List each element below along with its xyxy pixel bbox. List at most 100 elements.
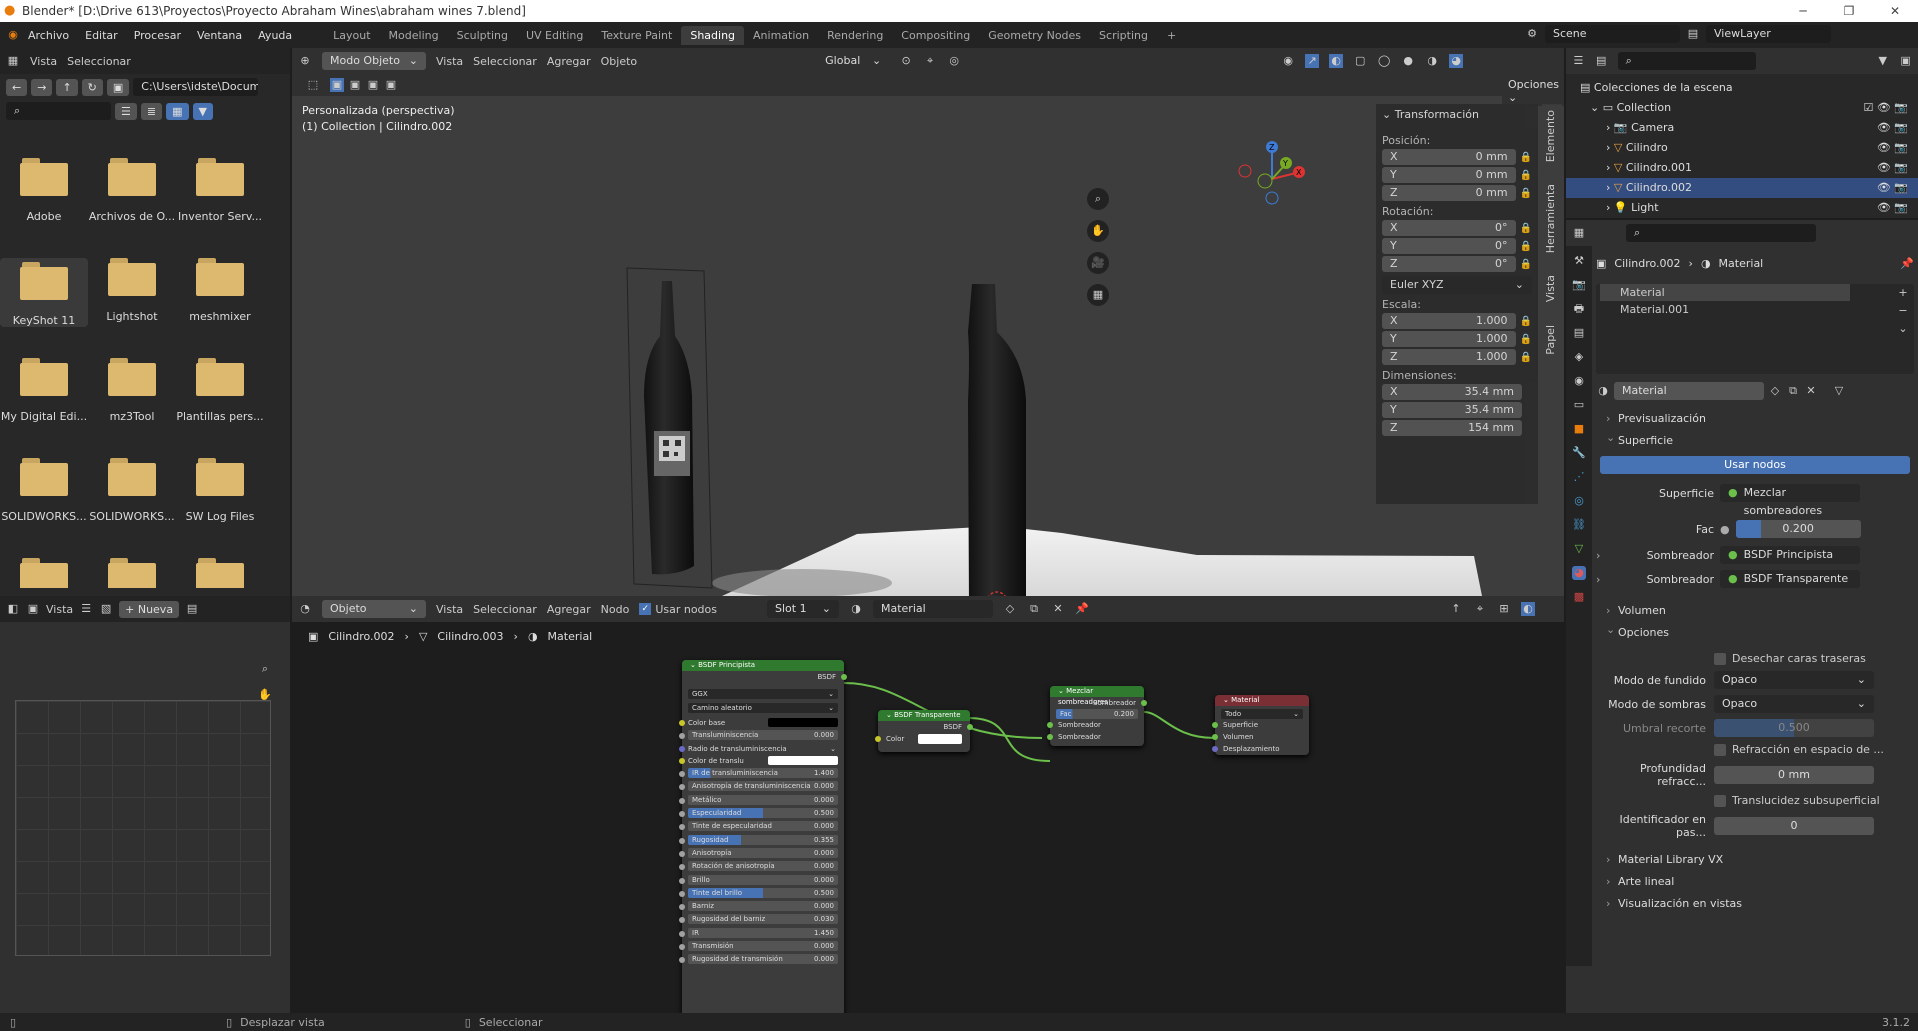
scene-collection-row[interactable]: ▤ Colecciones de la escena (1566, 78, 1918, 98)
workspace-tab-6[interactable]: Animation (744, 26, 818, 45)
expand-icon[interactable]: › (1606, 181, 1614, 194)
lock-icon[interactable]: 🔒 (1520, 259, 1532, 270)
list-view-icon[interactable]: ☰ (115, 102, 137, 120)
color-swatch[interactable] (768, 755, 838, 765)
workspace-tab-0[interactable]: Layout (324, 26, 379, 45)
material-shading-icon[interactable]: ◑ (1425, 54, 1439, 68)
outliner-type-icon[interactable]: ☰ (1572, 54, 1585, 68)
display-mode-icon[interactable]: ▤ (1595, 54, 1608, 68)
section-viewport-display[interactable]: Visualización en vistas (1596, 893, 1914, 915)
rendered-shading-icon[interactable]: ◕ (1449, 54, 1464, 68)
pin-icon[interactable]: 📌 (1900, 257, 1914, 270)
lock-icon[interactable]: 🔒 (1520, 170, 1532, 181)
world-tab-icon[interactable]: ◉ (1572, 374, 1586, 388)
folder-item[interactable]: KeyShot 11 (0, 258, 88, 327)
shadow-mode-select[interactable]: Opaco ⌄ (1714, 695, 1874, 713)
lock-icon[interactable]: 🔒 (1520, 352, 1532, 363)
visibility-icon[interactable]: ◉ (1281, 54, 1295, 68)
input-socket[interactable] (679, 904, 685, 911)
visibility-icon[interactable]: 👁 📷 (1877, 178, 1908, 198)
outliner-item[interactable]: › 💡 Light 👁 📷 (1566, 198, 1918, 218)
constraints-tab-icon[interactable]: ⛓ (1572, 518, 1586, 532)
outliner-filter-icon[interactable]: ▼ (1876, 54, 1889, 68)
ortho-grid-icon[interactable]: ▦ (1087, 284, 1109, 306)
blend-mode-select[interactable]: Opaco ⌄ (1714, 671, 1874, 689)
menu-item-2[interactable]: Procesar (126, 29, 189, 42)
camera-view-icon[interactable]: 🎥 (1087, 252, 1109, 274)
input-socket[interactable] (679, 720, 685, 726)
outliner-item[interactable]: › 📷 Camera 👁 📷 (1566, 118, 1918, 138)
unlink-icon[interactable]: ✕ (1804, 384, 1818, 398)
position-field-z[interactable]: Z0 mm (1382, 185, 1516, 201)
scale-field-x[interactable]: X 1.000 (1382, 313, 1516, 329)
workspace-tab-2[interactable]: Sculpting (448, 26, 517, 45)
input-socket[interactable] (679, 811, 685, 818)
select-subtract-icon[interactable]: ▣ (366, 78, 380, 92)
section-lineart[interactable]: Arte lineal (1596, 871, 1914, 893)
rotation-mode-select[interactable]: Euler XYZ ⌄ (1382, 276, 1532, 294)
pan-hand-icon[interactable]: ✋ (1087, 220, 1109, 242)
material-datablock-field[interactable]: Material (1614, 382, 1764, 400)
wireframe-shading-icon[interactable]: ◯ (1377, 54, 1391, 68)
principled-input-row[interactable]: Tinte de especularidad 0.000 (679, 821, 844, 833)
proportional-icon[interactable]: ◎ (947, 54, 961, 68)
dimensions-field-z[interactable]: Z 154 mm (1382, 420, 1522, 436)
lock-icon[interactable]: 🔒 (1520, 188, 1532, 199)
properties-type-icon[interactable]: ▦ (1572, 226, 1586, 240)
ie-view-menu[interactable]: Vista (46, 603, 73, 616)
clip-threshold-slider[interactable]: 0.500 (1714, 719, 1874, 737)
rotation-field-z[interactable]: Z 0° (1382, 256, 1516, 272)
snap-icon[interactable]: ⌖ (923, 54, 937, 68)
view-layer-tab-icon[interactable]: ▤ (1572, 326, 1586, 340)
modifier-tab-icon[interactable]: 🔧 (1572, 446, 1586, 460)
sidebar-tab-1[interactable]: Herramienta (1542, 178, 1562, 259)
section-volume[interactable]: Volumen (1596, 600, 1914, 622)
lock-icon[interactable]: 🔒 (1520, 223, 1532, 234)
principled-input-row[interactable]: Color base (679, 717, 844, 729)
section-options[interactable]: Opciones (1596, 619, 1914, 644)
workspace-tab-7[interactable]: Rendering (818, 26, 892, 45)
physics-tab-icon[interactable]: ◎ (1572, 494, 1586, 508)
refresh-icon[interactable]: ↻ (81, 78, 103, 96)
section-material-library[interactable]: Material Library VX (1596, 849, 1914, 871)
menu-item-0[interactable]: Archivo (20, 29, 77, 42)
node-transparent-bsdf[interactable]: ⌄ BSDF Transparente BSDF Color (875, 710, 973, 752)
principled-input-row[interactable]: Rugosidad 0.355 (679, 834, 844, 847)
input-socket[interactable] (679, 957, 685, 964)
refraction-checkbox[interactable]: Refracción en espacio de ... (1714, 743, 1914, 756)
orientation-select[interactable]: Global ⌄ (817, 52, 890, 70)
particles-tab-icon[interactable]: ⋰ (1572, 470, 1586, 484)
overlay-toggle-icon[interactable]: ◐ (1329, 54, 1344, 68)
new-folder-icon[interactable]: ▣ (106, 78, 130, 96)
use-nodes-button[interactable]: Usar nodos (1600, 456, 1910, 474)
workspace-tab-4[interactable]: Texture Paint (592, 26, 681, 45)
data-tab-icon[interactable]: ▽ (1572, 542, 1586, 556)
xray-icon[interactable]: ▢ (1353, 54, 1367, 68)
back-icon[interactable]: ← (6, 78, 28, 96)
folder-item[interactable]: SOLIDWORKS... (0, 458, 88, 523)
image-browse-icon[interactable]: ▧ (99, 602, 113, 616)
principled-input-row[interactable]: IR de transluminiscencia 1.400 (679, 768, 844, 780)
viewlayer-icon[interactable]: ▤ (1686, 27, 1700, 41)
visibility-icon[interactable]: 👁 📷 (1877, 118, 1908, 138)
menu-item-1[interactable]: Editar (77, 29, 126, 42)
vp-menu-add[interactable]: Agregar (547, 55, 591, 68)
menu-item-4[interactable]: Ayuda (250, 29, 300, 42)
forward-icon[interactable]: → (31, 78, 53, 96)
viewlayer-field[interactable]: ViewLayer (1706, 25, 1831, 43)
folder-item[interactable] (176, 558, 264, 588)
shader1-field[interactable]: ● BSDF Principista (1720, 546, 1860, 564)
principled-input-row[interactable]: Rotación de anisotropía 0.000 (679, 861, 844, 873)
viewport-scene[interactable]: Z X Y (292, 96, 1562, 596)
select-invert-icon[interactable]: ▣ (384, 78, 398, 92)
vp-menu-select[interactable]: Seleccionar (473, 55, 537, 68)
scene-icon[interactable]: ⚙ (1525, 27, 1539, 41)
input-socket[interactable] (679, 930, 685, 937)
rotation-field-x[interactable]: X 0° (1382, 220, 1516, 236)
material-slot-1[interactable]: Material.001 (1600, 301, 1914, 318)
hamburger-icon[interactable]: ☰ (79, 602, 93, 616)
scale-field-y[interactable]: Y 1.000 (1382, 331, 1516, 347)
node-mix-shader[interactable]: ⌄ Mezclar sombreadores Sombreador Fac 0.2… (1047, 686, 1147, 746)
folder-item[interactable]: My Digital Edi... (0, 358, 88, 423)
collection-tab-icon[interactable]: ▭ (1572, 398, 1586, 412)
